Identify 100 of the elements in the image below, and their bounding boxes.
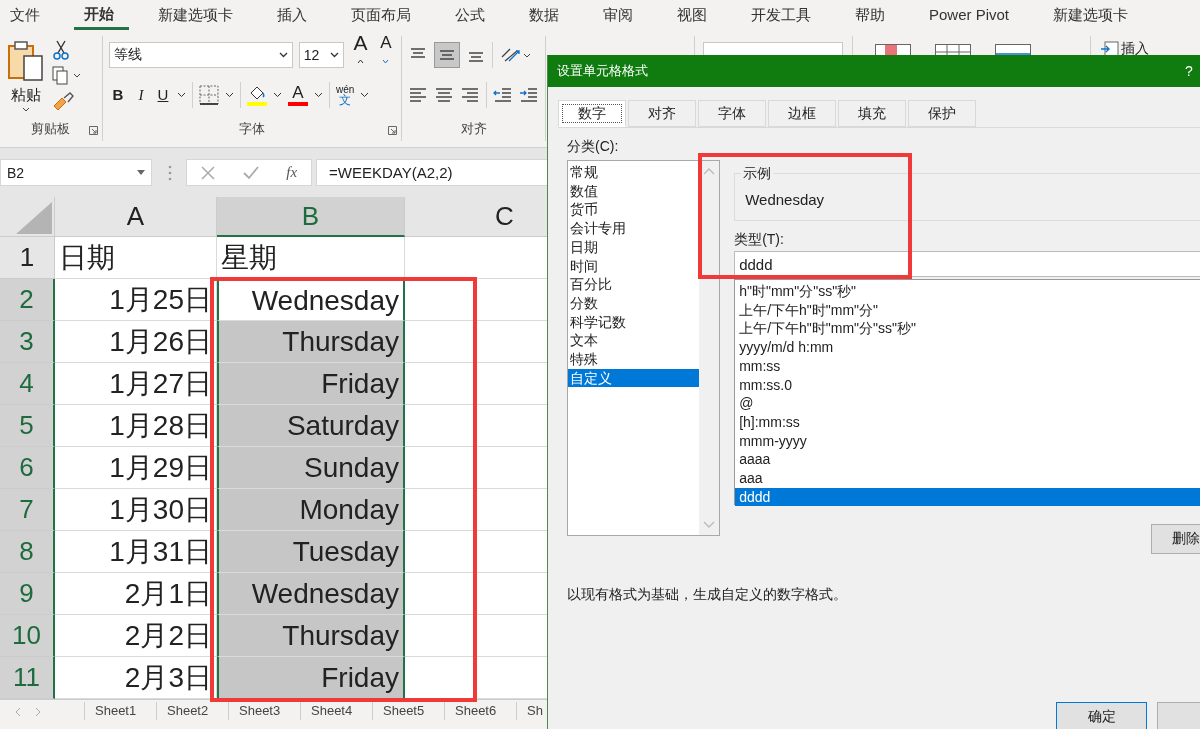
paste-button[interactable]: 粘贴 (0, 36, 52, 117)
type-item[interactable]: 上午/下午h"时"mm"分" (735, 300, 1200, 320)
type-item[interactable]: aaa (735, 469, 1200, 488)
category-item[interactable]: 常规 (568, 163, 700, 182)
ribbon-tab[interactable]: 插入 (267, 0, 322, 30)
align-middle-icon[interactable] (434, 42, 461, 68)
type-item[interactable]: aaaa (735, 450, 1200, 470)
category-item[interactable]: 文本 (568, 331, 700, 351)
clipboard-icon (6, 40, 46, 84)
row-header[interactable]: 11 (0, 657, 55, 699)
ribbon-tab[interactable]: 开发工具 (741, 0, 826, 30)
category-item[interactable]: 分数 (568, 293, 700, 313)
type-item[interactable]: dddd (735, 487, 1200, 507)
ribbon-tab[interactable]: Power Pivot (919, 0, 1025, 30)
ribbon-tab[interactable]: 帮助 (845, 0, 900, 30)
row-header[interactable]: 10 (0, 615, 55, 657)
dialog-tab[interactable]: 数字 (558, 100, 626, 127)
sheet-tab[interactable]: Sheet6 (444, 702, 516, 720)
ribbon-tab[interactable]: 审阅 (593, 0, 648, 30)
type-item[interactable]: mm:ss (735, 356, 1200, 376)
type-item[interactable]: @ (735, 394, 1200, 413)
border-icon[interactable] (199, 85, 219, 105)
type-item[interactable]: 上午/下午h"时"mm"分"ss"秒" (735, 319, 1200, 339)
type-item[interactable]: mm:ss.0 (735, 375, 1200, 395)
dialog-tab[interactable]: 对齐 (628, 100, 696, 127)
align-right-icon[interactable] (460, 86, 481, 104)
cut-icon[interactable] (52, 40, 70, 60)
increase-indent-icon[interactable] (519, 86, 540, 104)
dialog-tab[interactable]: 字体 (698, 100, 766, 127)
category-item[interactable]: 科学记数 (568, 312, 700, 332)
ribbon-tab[interactable]: 文件 (0, 0, 55, 30)
table-cell: Thursday (217, 615, 405, 657)
row-header[interactable]: 4 (0, 363, 55, 405)
decrease-indent-icon[interactable] (493, 86, 514, 104)
row-header[interactable]: 8 (0, 531, 55, 573)
dialog-launcher-icon[interactable] (89, 126, 98, 135)
sheet-tab[interactable]: Sheet3 (228, 702, 300, 720)
copy-icon[interactable] (52, 66, 82, 86)
type-list[interactable]: h"时"mm"分"ss"秒" 上午/下午h"时"mm"分" 上午/下午h"时"mm"分"ss"秒" yyyy/m/d h:mm mm:ss mm:ss.0 @ [h]:mm:ss mmm-yyyy aaaa aaa dddd (734, 279, 1200, 505)
dialog-tab[interactable]: 边框 (768, 100, 836, 127)
ribbon-tab[interactable]: 数据 (519, 0, 574, 30)
insert-function-button[interactable]: fx (286, 164, 298, 181)
sheet-tab[interactable]: Sheet2 (156, 702, 228, 720)
row-header[interactable]: 3 (0, 321, 55, 363)
type-item[interactable]: yyyy/m/d h:mm (735, 338, 1200, 357)
dialog-tab[interactable]: 填充 (838, 100, 906, 127)
dropdown-icon[interactable] (177, 92, 186, 98)
type-item[interactable]: mmm-yyyy (735, 431, 1200, 451)
check-icon[interactable] (242, 165, 259, 180)
shrink-font-button[interactable]: A (376, 31, 396, 79)
phonetic-guide-button[interactable]: wén 文 (336, 84, 355, 106)
category-item[interactable]: 特殊 (568, 350, 700, 369)
align-center-icon[interactable] (434, 86, 455, 104)
category-list[interactable]: 常规 数值 货币 会计专用 日期 时间 百分比 分数 科学记数 文本 特殊 自定义 (567, 160, 721, 536)
sheet-tab[interactable]: Sheet1 (84, 702, 156, 720)
align-left-icon[interactable] (408, 86, 429, 104)
dropdown-icon[interactable] (273, 92, 282, 98)
row-header[interactable]: 1 (0, 237, 55, 279)
font-name-field[interactable]: 等线 (109, 42, 293, 68)
name-box[interactable]: B2 (0, 159, 152, 186)
row-header[interactable]: 9 (0, 573, 55, 615)
ribbon-tab[interactable]: 视图 (667, 0, 722, 30)
type-item[interactable]: [h]:mm:ss (735, 412, 1200, 432)
ribbon-tab[interactable]: 新建选项卡 (148, 0, 248, 30)
format-painter-icon[interactable] (52, 92, 74, 112)
type-field[interactable]: dddd (734, 251, 1200, 277)
dropdown-icon[interactable] (360, 92, 370, 98)
type-item[interactable]: h"时"mm"分"ss"秒" (735, 282, 1200, 301)
row-header[interactable]: 7 (0, 489, 55, 531)
grow-font-button[interactable]: A (350, 31, 371, 79)
column-header[interactable]: A (55, 197, 217, 237)
dropdown-icon[interactable] (314, 92, 323, 98)
help-button[interactable]: ? (1177, 63, 1200, 79)
row-header[interactable]: 6 (0, 447, 55, 489)
sheet-tab[interactable]: Sheet4 (300, 702, 372, 720)
dropdown-icon[interactable] (225, 92, 234, 98)
category-item[interactable]: 时间 (568, 256, 700, 276)
sheet-tab[interactable]: Sheet5 (372, 702, 444, 720)
italic-button[interactable]: I (133, 83, 149, 107)
ribbon-tab[interactable]: 新建选项卡 (1043, 0, 1144, 30)
font-color-button[interactable]: A (288, 84, 308, 106)
dialog-tab[interactable]: 保护 (908, 100, 976, 127)
ribbon-tab[interactable]: 公式 (445, 0, 500, 30)
ok-button[interactable]: 确定 (1056, 702, 1147, 729)
font-size-field[interactable]: 12 (298, 42, 345, 68)
column-header[interactable]: B (217, 197, 405, 237)
table-cell: Sunday (217, 447, 405, 489)
category-item[interactable]: 百分比 (568, 275, 700, 294)
insert-button[interactable]: 插入 (1100, 40, 1200, 58)
row-header[interactable]: 2 (0, 279, 55, 321)
table-cell: Monday (217, 489, 405, 531)
ribbon-tab[interactable]: 页面布局 (341, 0, 426, 30)
category-item[interactable]: 日期 (568, 237, 700, 257)
dialog-launcher-icon[interactable] (388, 126, 398, 135)
fill-color-icon[interactable] (247, 84, 267, 106)
row-header[interactable]: 5 (0, 405, 55, 447)
bold-button[interactable]: B (109, 83, 127, 107)
category-item[interactable]: 自定义 (568, 368, 700, 388)
underline-button[interactable]: U (155, 83, 171, 107)
delete-button[interactable]: 删除 (1151, 524, 1200, 554)
